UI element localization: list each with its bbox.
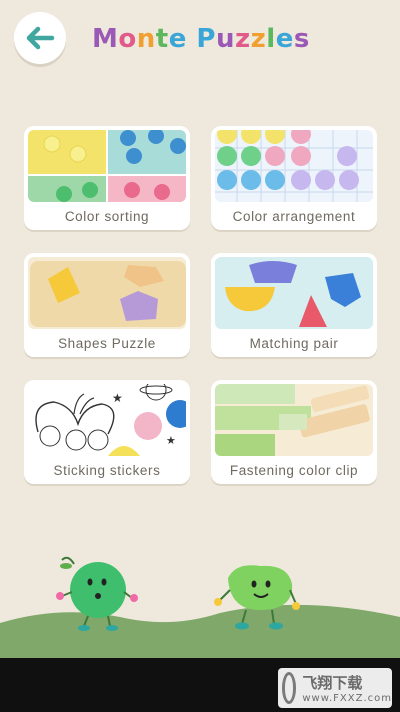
puzzle-label: Color sorting [64, 209, 150, 224]
puzzle-card-color-sorting[interactable]: Color sorting [24, 126, 190, 230]
title-letter: z [234, 24, 251, 54]
title-letter: z [250, 24, 267, 54]
puzzle-card-shapes-puzzle[interactable]: Shapes Puzzle [24, 253, 190, 357]
puzzle-card-color-arrangement[interactable]: Color arrangement [211, 126, 377, 230]
puzzle-card-matching-pair[interactable]: Matching pair [211, 253, 377, 357]
title-letter [187, 24, 197, 54]
color-sorting-illustration [28, 130, 186, 202]
puzzle-card-fastening-color-clip[interactable]: Fastening color clip [211, 380, 377, 484]
title-letter: u [215, 24, 235, 54]
sticking-stickers-illustration: ★ ★ [28, 384, 186, 456]
title-letter: o [118, 24, 137, 54]
title-letter: P [196, 24, 216, 54]
title-letter: e [168, 24, 187, 54]
green-bean-character [214, 565, 300, 630]
puzzle-label: Sticking stickers [53, 463, 161, 478]
app-title: Monte Puzzles [92, 24, 310, 54]
puzzle-menu-screen: Monte Puzzles Color sorting Color arrang… [0, 0, 400, 658]
puzzle-label: Color arrangement [232, 209, 356, 224]
color-arrangement-illustration [215, 130, 373, 202]
title-letter: t [155, 24, 169, 54]
watermark-logo: 飞翔下载 www.FXXZ.com [278, 668, 392, 708]
back-button[interactable] [14, 12, 66, 64]
puzzle-card-sticking-stickers[interactable]: ★ ★ Sticking stickers [24, 380, 190, 484]
title-letter: s [293, 24, 310, 54]
title-letter: e [275, 24, 294, 54]
puzzle-label: Shapes Puzzle [58, 336, 156, 351]
arrow-left-icon [26, 26, 55, 50]
fastening-color-clip-illustration [215, 384, 373, 456]
watermark-subtitle: www.FXXZ.com [302, 693, 392, 704]
puzzle-label: Matching pair [249, 336, 339, 351]
title-letter: M [92, 24, 119, 54]
green-ball-character [56, 556, 138, 631]
watermark-icon [282, 672, 297, 704]
title-letter: l [266, 24, 276, 54]
matching-pair-illustration [215, 257, 373, 329]
shapes-puzzle-illustration [28, 257, 186, 329]
watermark-title: 飞翔下载 [302, 674, 363, 692]
svg-text:★: ★ [166, 434, 176, 447]
svg-text:★: ★ [112, 391, 123, 405]
puzzle-label: Fastening color clip [229, 463, 359, 478]
title-letter: n [136, 24, 156, 54]
